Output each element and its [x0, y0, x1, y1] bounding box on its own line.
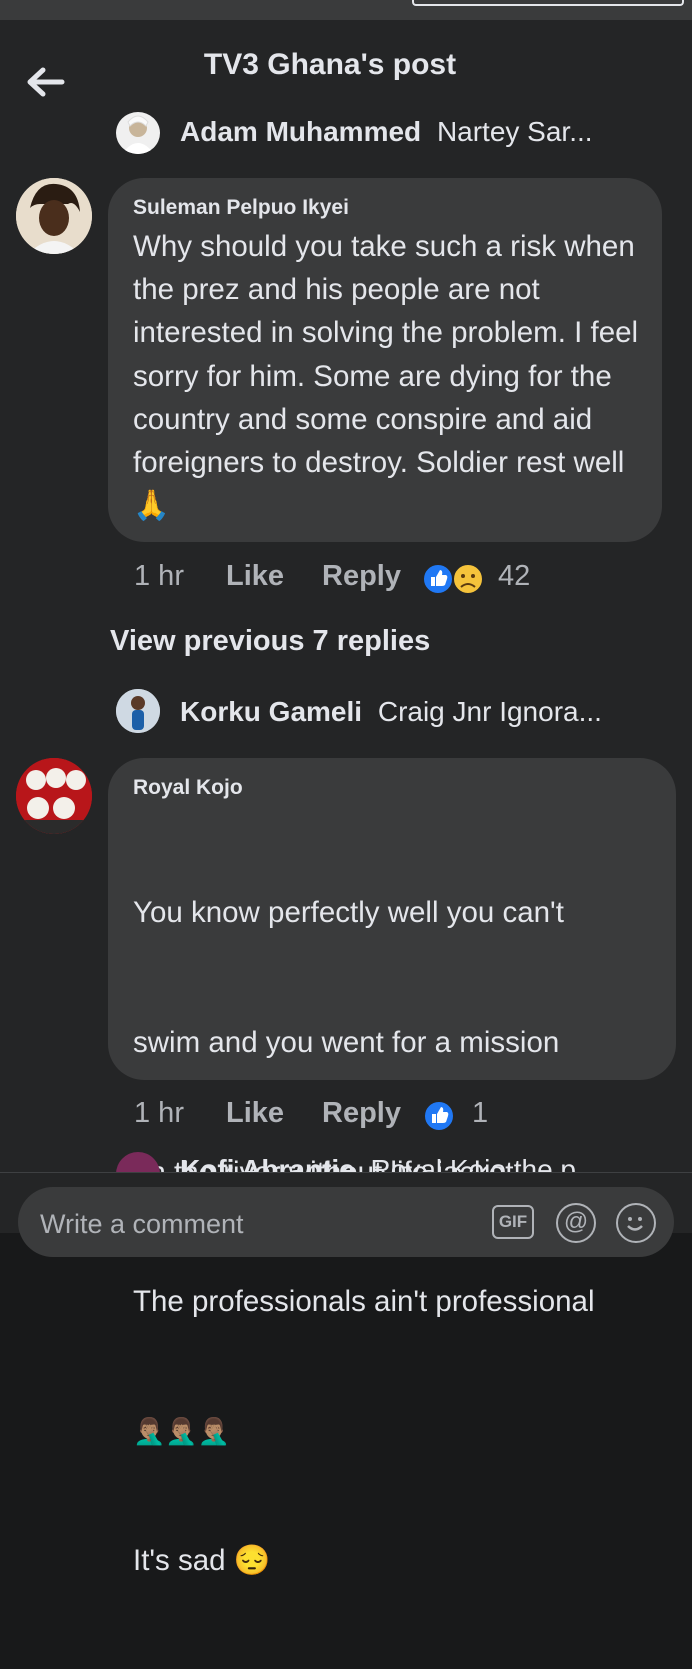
comment-input-box[interactable]: Write a comment GIF @	[18, 1187, 674, 1257]
comment-body: Why should you take such a risk when the…	[133, 230, 647, 480]
reply-snippet: Craig Jnr Ignora...	[377, 696, 602, 727]
comment-emoji-line: 🤦🏽‍♂️🤦🏽‍♂️🤦🏽‍♂️	[133, 1415, 231, 1446]
comment-time: 1 hr	[134, 1097, 184, 1129]
emoji: 🙏	[133, 489, 170, 523]
comment-input[interactable]: Write a comment	[40, 1209, 244, 1240]
reactions[interactable]	[422, 1099, 456, 1141]
reply-button[interactable]: Reply	[322, 1097, 401, 1130]
emoji-icon[interactable]	[616, 1203, 656, 1243]
like-button[interactable]: Like	[226, 560, 284, 593]
reply-button[interactable]: Reply	[322, 560, 401, 593]
app-header: TV3 Ghana's post	[0, 20, 692, 112]
reply-preview[interactable]: Korku Gameli Craig Jnr Ignora...	[180, 696, 602, 728]
comment-bubble[interactable]: Suleman Pelpuo Ikyei Why should you take…	[108, 178, 662, 542]
page-title: TV3 Ghana's post	[203, 48, 457, 81]
comment-line: It's sad 😔	[133, 1544, 271, 1578]
like-button[interactable]: Like	[226, 1097, 284, 1130]
reply-snippet: Nartey Sar...	[436, 116, 593, 147]
comment-author[interactable]: Royal Kojo	[133, 776, 243, 800]
reply-preview[interactable]: Adam Muhammed Nartey Sar...	[180, 116, 593, 148]
comment-bubble[interactable]: Royal Kojo You know perfectly well you c…	[108, 758, 676, 1577]
reaction-count: 1	[472, 1097, 489, 1129]
avatar[interactable]	[116, 689, 160, 733]
comment-line: swim and you went for a mission	[133, 1026, 560, 1060]
comments-panel: Adam Muhammed Nartey Sar... Suleman Pelp…	[0, 112, 692, 1577]
reply-author[interactable]: Korku Gameli	[180, 696, 362, 727]
comment-actions: 1 hr Like Reply 42	[134, 560, 554, 596]
comment-actions: 1 hr Like Reply 1	[134, 1097, 554, 1133]
comment-author[interactable]: Suleman Pelpuo Ikyei	[133, 196, 349, 220]
status-strip	[0, 0, 692, 20]
avatar[interactable]	[16, 758, 92, 834]
reactions[interactable]	[422, 562, 486, 604]
url-box	[412, 0, 684, 6]
gif-icon[interactable]: GIF	[492, 1205, 534, 1239]
avatar[interactable]	[16, 178, 92, 254]
mention-icon[interactable]: @	[556, 1203, 596, 1243]
avatar[interactable]	[116, 112, 160, 154]
comment-text: Why should you take such a risk when the…	[133, 225, 653, 527]
comment-time: 1 hr	[134, 560, 184, 592]
comment-composer: Write a comment GIF @	[0, 1172, 692, 1257]
reaction-count: 42	[498, 560, 531, 592]
reply-author[interactable]: Adam Muhammed	[180, 116, 421, 147]
comment-line: The professionals ain't professional	[133, 1285, 595, 1319]
view-previous-replies[interactable]: View previous 7 replies	[110, 625, 430, 658]
comment-line: You know perfectly well you can't	[133, 896, 564, 930]
